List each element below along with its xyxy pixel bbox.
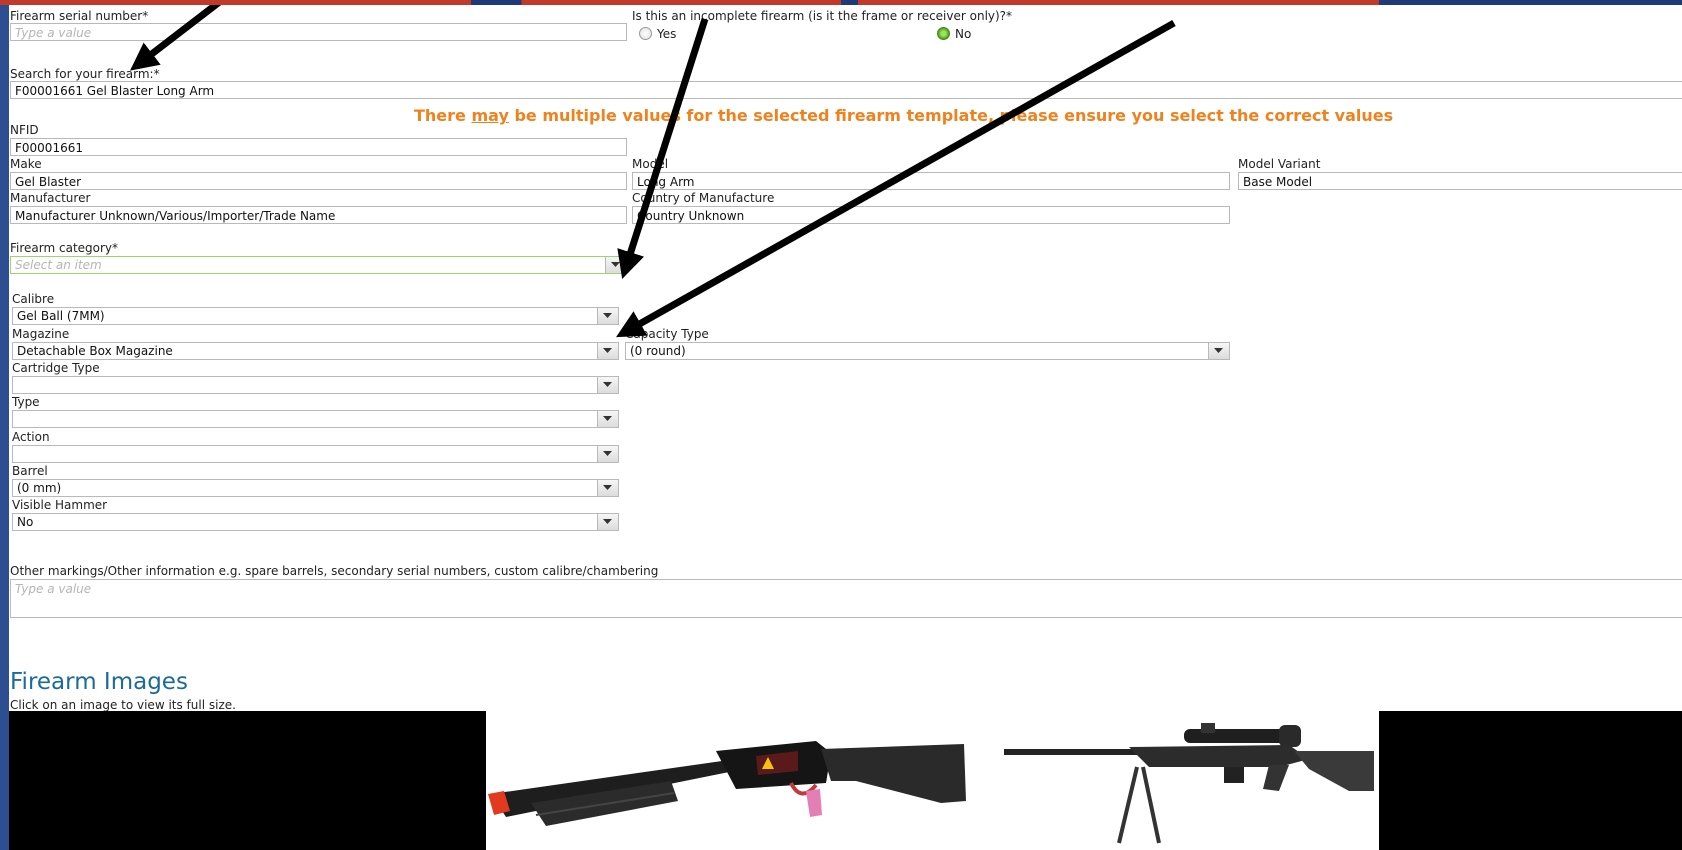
category-placeholder: Select an item	[15, 258, 102, 272]
radio-no-label: No	[955, 27, 972, 41]
cartridge-label: Cartridge Type	[12, 361, 100, 375]
arrow-to-category	[617, 17, 709, 280]
action-label: Action	[12, 430, 50, 444]
serial-input[interactable]: Type a value	[10, 23, 627, 41]
image-gallery	[9, 711, 1682, 850]
type-select[interactable]	[12, 410, 619, 428]
hammer-select[interactable]: No	[12, 513, 619, 531]
hammer-label: Visible Hammer	[12, 498, 108, 512]
action-dropdown-button[interactable]	[597, 446, 618, 462]
radio-yes[interactable]: Yes	[639, 27, 676, 41]
calibre-label: Calibre	[12, 292, 55, 306]
manufacturer-value: Manufacturer Unknown/Various/Importer/Tr…	[15, 209, 336, 223]
chevron-down-icon	[603, 485, 612, 490]
magazine-value: Detachable Box Magazine	[17, 344, 173, 358]
chevron-down-icon	[603, 451, 612, 456]
radio-no[interactable]: No	[937, 27, 971, 41]
action-select[interactable]	[12, 445, 619, 463]
chevron-down-icon	[603, 416, 612, 421]
barrel-value: (0 mm)	[17, 481, 62, 495]
chevron-down-icon	[1214, 348, 1223, 353]
calibre-select[interactable]: Gel Ball (7MM)	[12, 307, 619, 325]
magazine-select[interactable]: Detachable Box Magazine	[12, 342, 619, 360]
images-title: Firearm Images	[10, 669, 188, 695]
cartridge-select[interactable]	[12, 376, 619, 394]
left-strip	[0, 5, 9, 850]
other-textarea[interactable]: Type a value	[10, 579, 1682, 618]
serial-placeholder: Type a value	[15, 26, 92, 40]
radio-yes-dot[interactable]	[639, 27, 652, 40]
nfid-value: F00001661	[15, 141, 83, 155]
barrel-dropdown-button[interactable]	[597, 480, 618, 496]
capacity-label: Capacity Type	[625, 327, 709, 341]
category-dropdown-button[interactable]	[605, 257, 626, 273]
chevron-down-icon	[611, 262, 620, 267]
type-label: Type	[12, 395, 40, 409]
firearm-image-sniper[interactable]	[979, 711, 1379, 850]
nfid-field[interactable]: F00001661	[10, 138, 627, 156]
radio-yes-label: Yes	[657, 27, 677, 41]
barrel-select[interactable]: (0 mm)	[12, 479, 619, 497]
make-field[interactable]: Gel Blaster	[10, 172, 627, 190]
magazine-dropdown-button[interactable]	[597, 343, 618, 359]
country-label: Country of Manufacture	[632, 191, 775, 205]
model-field[interactable]: Long Arm	[632, 172, 1230, 190]
firearm-form: Firearm serial number* Type a value Is t…	[9, 5, 1682, 850]
type-dropdown-button[interactable]	[597, 411, 618, 427]
cartridge-dropdown-button[interactable]	[597, 377, 618, 393]
other-label: Other markings/Other information e.g. sp…	[10, 564, 659, 578]
category-select[interactable]: Select an item	[10, 256, 627, 274]
chevron-down-icon	[603, 313, 612, 318]
calibre-value: Gel Ball (7MM)	[17, 309, 105, 323]
country-value: Country Unknown	[637, 209, 745, 223]
manufacturer-field[interactable]: Manufacturer Unknown/Various/Importer/Tr…	[10, 206, 627, 224]
magazine-label: Magazine	[12, 327, 70, 341]
capacity-value: (0 round)	[630, 344, 686, 358]
variant-field[interactable]: Base Model	[1238, 172, 1682, 190]
notice-emph: may	[471, 106, 509, 125]
variant-value: Base Model	[1243, 175, 1313, 189]
search-label: Search for your firearm:*	[10, 67, 160, 81]
variant-label: Model Variant	[1238, 157, 1321, 171]
sniper-image	[1004, 723, 1374, 844]
make-value: Gel Blaster	[15, 175, 82, 189]
images-hint: Click on an image to view its full size.	[10, 698, 236, 712]
nfid-label: NFID	[10, 123, 39, 137]
capacity-select[interactable]: (0 round)	[625, 342, 1230, 360]
hammer-value: No	[17, 515, 34, 529]
capacity-dropdown-button[interactable]	[1208, 343, 1229, 359]
barrel-label: Barrel	[12, 464, 48, 478]
radio-no-dot[interactable]	[937, 27, 950, 40]
other-placeholder: Type a value	[15, 582, 92, 596]
incomplete-label: Is this an incomplete firearm (is it the…	[632, 9, 1013, 23]
chevron-down-icon	[603, 348, 612, 353]
model-value: Long Arm	[637, 175, 695, 189]
chevron-down-icon	[603, 382, 612, 387]
category-label: Firearm category*	[10, 241, 119, 255]
hammer-dropdown-button[interactable]	[597, 514, 618, 530]
notice-before: There	[414, 106, 472, 125]
make-label: Make	[10, 157, 42, 171]
template-notice: There may be multiple values for the sel…	[414, 106, 1393, 125]
shotgun-image	[488, 741, 966, 826]
model-label: Model	[632, 157, 669, 171]
serial-label: Firearm serial number*	[10, 9, 149, 23]
country-field[interactable]: Country Unknown	[632, 206, 1230, 224]
search-input[interactable]: F00001661 Gel Blaster Long Arm	[10, 81, 1682, 99]
chevron-down-icon	[603, 519, 612, 524]
calibre-dropdown-button[interactable]	[597, 308, 618, 324]
firearm-image-shotgun[interactable]	[486, 711, 979, 850]
search-value: F00001661 Gel Blaster Long Arm	[15, 84, 215, 98]
notice-after: be multiple values for the selected fire…	[508, 106, 1394, 125]
manufacturer-label: Manufacturer	[10, 191, 91, 205]
